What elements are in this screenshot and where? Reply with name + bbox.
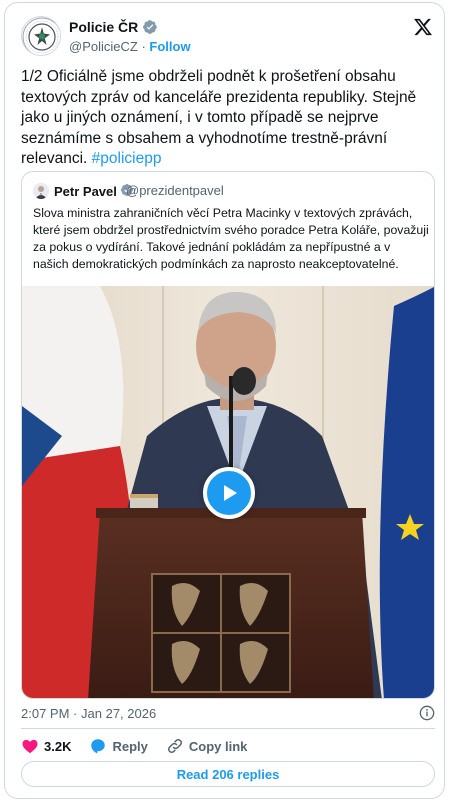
tweet-time[interactable]: 2:07 PM	[21, 706, 69, 721]
reply-label: Reply	[112, 738, 148, 754]
author-name-text[interactable]: Policie ČR	[69, 18, 138, 36]
action-bar: 3.2K Reply Copy link	[21, 736, 265, 756]
quoted-author-avatar	[33, 183, 49, 199]
tweet-card: Policie ČR @PolicieCZ · Follow 1/2 Ofici…	[4, 2, 445, 799]
play-icon	[224, 485, 237, 501]
tweet-date[interactable]: Jan 27, 2026	[81, 706, 156, 721]
tweet-body: 1/2 Oficiálně jsme obdrželi podnět k pro…	[21, 68, 417, 167]
copy-link-label: Copy link	[188, 738, 248, 754]
read-replies-button[interactable]: Read 206 replies	[21, 761, 435, 787]
hashtag-link[interactable]: #policiepp	[92, 150, 162, 167]
author-handle[interactable]: @PolicieCZ	[69, 39, 138, 54]
quoted-author-handle: @prezidentpavel	[126, 183, 224, 198]
info-icon[interactable]	[419, 705, 435, 726]
quoted-video[interactable]	[22, 286, 434, 698]
x-logo-icon[interactable]	[413, 17, 433, 42]
quoted-text: Slova ministra zahraničních věcí Petra M…	[33, 206, 429, 271]
reply-icon	[91, 739, 106, 754]
author-handle-row: @PolicieCZ · Follow	[69, 39, 191, 55]
divider	[21, 728, 435, 729]
author-name[interactable]: Policie ČR	[69, 18, 158, 36]
quoted-author-name-text: Petr Pavel	[54, 184, 117, 199]
tweet-timestamp[interactable]: 2:07 PM · Jan 27, 2026	[21, 706, 156, 722]
play-button[interactable]	[203, 467, 255, 519]
quoted-author-name: Petr Pavel	[54, 183, 134, 201]
follow-button[interactable]: Follow	[149, 39, 190, 54]
copy-link-button[interactable]: Copy link	[166, 737, 248, 755]
author-avatar[interactable]	[21, 16, 61, 56]
tweet-text: 1/2 Oficiálně jsme obdrželi podnět k pro…	[21, 67, 439, 170]
like-button[interactable]: 3.2K	[21, 737, 71, 755]
handle-separator: ·	[141, 39, 146, 54]
quoted-tweet[interactable]: Petr Pavel @prezidentpavel Slova ministr…	[21, 171, 435, 699]
like-count: 3.2K	[44, 738, 72, 754]
link-icon	[167, 738, 182, 754]
verified-badge-icon	[142, 19, 158, 35]
time-separator: ·	[73, 706, 78, 721]
read-replies-label: Read 206 replies	[176, 766, 280, 782]
reply-button[interactable]: Reply	[89, 737, 148, 755]
heart-icon	[22, 739, 38, 754]
